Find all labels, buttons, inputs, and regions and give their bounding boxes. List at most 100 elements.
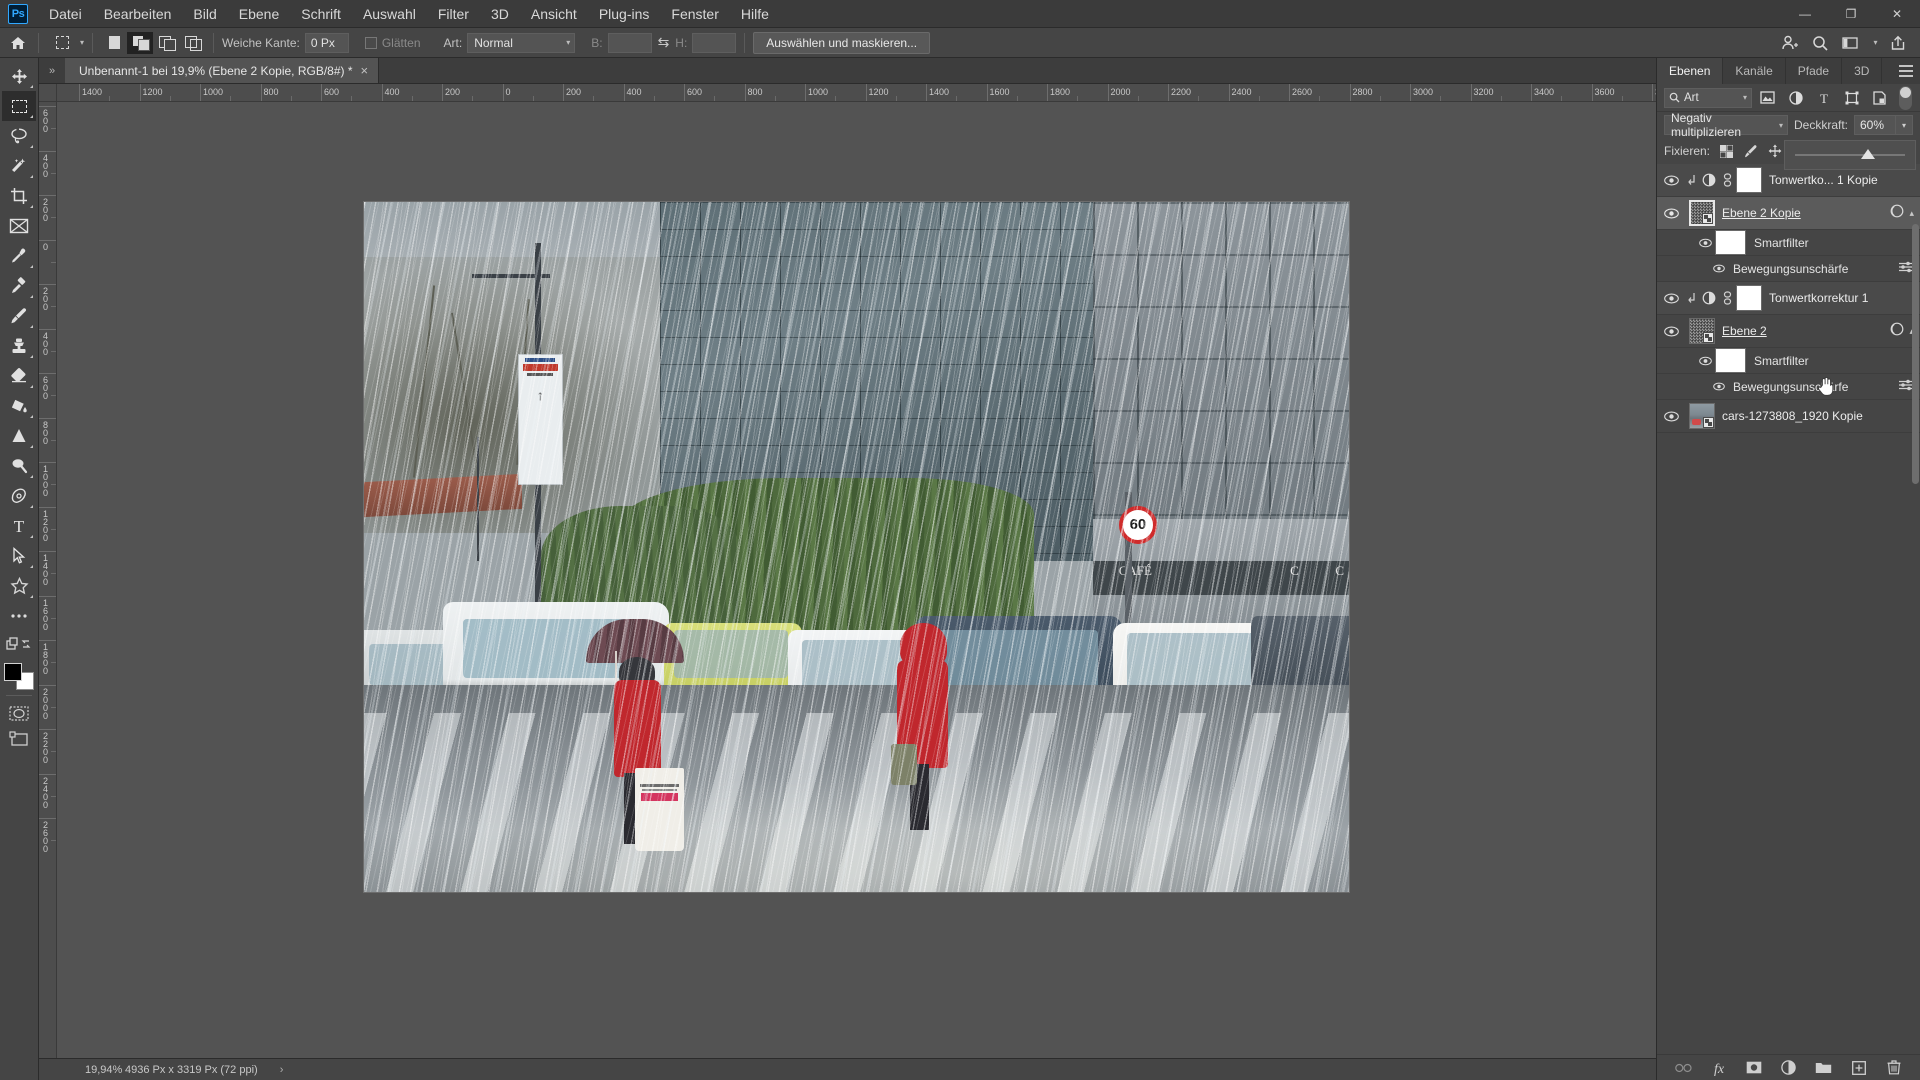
new-selection-button[interactable]: [101, 32, 127, 54]
pen-tool[interactable]: [2, 481, 36, 511]
menu-plug-ins[interactable]: Plug-ins: [588, 2, 661, 26]
select-and-mask-button[interactable]: Auswählen und maskieren...: [753, 31, 931, 54]
layer-thumbnail[interactable]: [1689, 200, 1715, 226]
layer-name[interactable]: Tonwertkorrektur 1: [1769, 291, 1920, 305]
lock-image-pixels-icon[interactable]: [1741, 142, 1760, 161]
link-mask-icon[interactable]: [1718, 173, 1736, 187]
lock-position-icon[interactable]: [1765, 142, 1784, 161]
horizontal-ruler[interactable]: 1400 1200 1000 800 600 400 200 0 200 400 600 800 100…: [57, 84, 1656, 102]
smart-filter-row-bewegungsunschaerfe-2[interactable]: Bewegungsunschärfe: [1657, 374, 1920, 400]
tab-3d[interactable]: 3D: [1842, 58, 1883, 84]
layer-style-fx-icon[interactable]: fx: [1710, 1059, 1728, 1077]
move-tool[interactable]: [2, 61, 36, 91]
home-icon[interactable]: [6, 32, 30, 54]
type-filter-icon[interactable]: T: [1811, 87, 1836, 109]
color-swatches[interactable]: [3, 661, 35, 691]
eraser-tool[interactable]: [2, 361, 36, 391]
maximize-button[interactable]: ❐: [1828, 0, 1874, 28]
tab-ebenen[interactable]: Ebenen: [1657, 58, 1724, 84]
clone-stamp-tool[interactable]: [2, 331, 36, 361]
new-adjustment-layer-icon[interactable]: [1780, 1059, 1798, 1077]
link-layers-icon[interactable]: [1675, 1059, 1693, 1077]
layer-thumbnail[interactable]: [1689, 403, 1715, 429]
adjustment-filter-icon[interactable]: [1783, 87, 1808, 109]
chevron-down-icon[interactable]: ▾: [1866, 31, 1882, 55]
layer-row-tonwertkorrektur-1[interactable]: Tonwertkorrektur 1: [1657, 282, 1920, 315]
filter-visibility-icon[interactable]: [1709, 264, 1729, 273]
frame-tool[interactable]: [2, 211, 36, 241]
blur-tool[interactable]: [2, 421, 36, 451]
add-layer-mask-icon[interactable]: [1745, 1059, 1763, 1077]
quick-selection-tool[interactable]: [2, 151, 36, 181]
layer-name[interactable]: Tonwertko... 1 Kopie: [1769, 173, 1920, 187]
layer-thumbnail[interactable]: [1689, 318, 1715, 344]
layer-visibility-icon[interactable]: [1660, 411, 1682, 422]
canvas-viewport[interactable]: ↑ CAFÉ C C 60: [57, 102, 1656, 1058]
layers-scrollbar-thumb[interactable]: [1912, 224, 1919, 484]
close-icon[interactable]: ×: [361, 64, 369, 77]
layer-name[interactable]: Ebene 2 Kopie: [1722, 206, 1890, 220]
smart-filter-row-smartfilter-2[interactable]: Smartfilter: [1657, 348, 1920, 374]
layers-list[interactable]: Tonwertko... 1 Kopie Ebene 2 Kopie ▴ Sma…: [1657, 164, 1920, 1054]
quick-mask-icon[interactable]: [2, 700, 36, 726]
close-button[interactable]: ✕: [1874, 0, 1920, 28]
layer-mask-thumbnail[interactable]: [1736, 285, 1762, 311]
lock-transparent-pixels-icon[interactable]: [1717, 142, 1736, 161]
menu-filter[interactable]: Filter: [427, 2, 480, 26]
opacity-value[interactable]: 60%: [1854, 115, 1896, 135]
pixel-filter-icon[interactable]: [1755, 87, 1780, 109]
layer-row-cars-kopie[interactable]: cars-1273808_1920 Kopie: [1657, 400, 1920, 433]
intersect-selection-button[interactable]: [179, 32, 205, 54]
filter-enable-toggle[interactable]: [1899, 85, 1912, 110]
filter-visibility-icon[interactable]: [1695, 356, 1715, 366]
menu-auswahl[interactable]: Auswahl: [352, 2, 427, 26]
menu-3d[interactable]: 3D: [480, 2, 520, 26]
dodge-tool[interactable]: [2, 451, 36, 481]
layer-name[interactable]: Ebene 2: [1722, 324, 1890, 338]
shape-filter-icon[interactable]: [1839, 87, 1864, 109]
new-group-icon[interactable]: [1815, 1059, 1833, 1077]
expand-panels-icon[interactable]: »: [39, 58, 65, 83]
filter-kind-select[interactable]: Art ▾: [1664, 87, 1752, 108]
chevron-up-icon[interactable]: ▴: [1909, 208, 1914, 219]
panel-menu-icon[interactable]: [1899, 65, 1913, 77]
tab-pfade[interactable]: Pfade: [1786, 58, 1843, 84]
brush-tool[interactable]: [2, 301, 36, 331]
delete-layer-icon[interactable]: [1885, 1059, 1903, 1077]
layer-row-ebene-2-kopie[interactable]: Ebene 2 Kopie ▴: [1657, 197, 1920, 230]
menu-hilfe[interactable]: Hilfe: [730, 2, 780, 26]
path-selection-tool[interactable]: [2, 541, 36, 571]
rectangular-marquee-tool[interactable]: [2, 91, 36, 121]
menu-datei[interactable]: Datei: [38, 2, 93, 26]
eyedropper-tool[interactable]: [2, 241, 36, 271]
opacity-slider-thumb[interactable]: [1861, 149, 1875, 159]
tool-preset-picker[interactable]: [47, 32, 77, 54]
smart-filter-row-smartfilter[interactable]: Smartfilter: [1657, 230, 1920, 256]
opacity-dropdown-icon[interactable]: ▾: [1896, 115, 1913, 135]
user-add-icon[interactable]: [1776, 31, 1804, 55]
menu-ebene[interactable]: Ebene: [228, 2, 290, 26]
add-to-selection-button[interactable]: [127, 31, 154, 54]
healing-brush-tool[interactable]: [2, 271, 36, 301]
edit-toolbar-icon[interactable]: [2, 631, 36, 657]
smart-filter-indicator-icon[interactable]: [1890, 204, 1904, 223]
style-select[interactable]: Normal ▾: [467, 32, 576, 53]
search-icon[interactable]: [1806, 31, 1834, 55]
screen-mode-icon[interactable]: [2, 726, 36, 752]
tab-kanaele[interactable]: Kanäle: [1723, 58, 1786, 84]
menu-fenster[interactable]: Fenster: [660, 2, 729, 26]
more-tools-icon[interactable]: [2, 601, 36, 631]
vertical-ruler[interactable]: 600 400 200 0 200 400 600 800 1000 1200 1400 1600 18…: [39, 102, 57, 1058]
custom-shape-tool[interactable]: [2, 571, 36, 601]
artboard[interactable]: ↑ CAFÉ C C 60: [364, 202, 1349, 892]
width-input[interactable]: [607, 32, 652, 53]
menu-schrift[interactable]: Schrift: [290, 2, 352, 26]
swap-dimensions-icon[interactable]: ⇆: [652, 34, 676, 51]
menu-bild[interactable]: Bild: [182, 2, 227, 26]
layer-name[interactable]: cars-1273808_1920 Kopie: [1722, 409, 1920, 423]
zoom-level[interactable]: 19,94%: [45, 1064, 122, 1076]
menu-ansicht[interactable]: Ansicht: [520, 2, 588, 26]
layer-mask-thumbnail[interactable]: [1736, 167, 1762, 193]
smart-filter-row-bewegungsunschaerfe[interactable]: Bewegungsunschärfe: [1657, 256, 1920, 282]
share-icon[interactable]: [1884, 31, 1912, 55]
